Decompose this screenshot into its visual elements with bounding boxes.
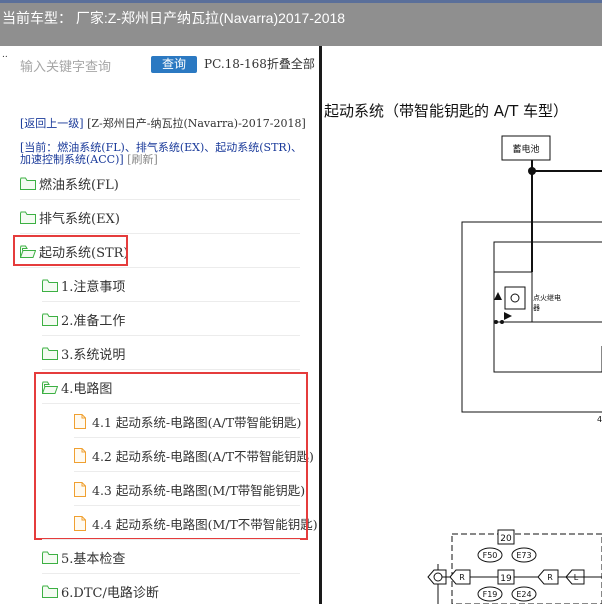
tree-item-basic-inspection[interactable]: 5.基本检查 — [42, 546, 125, 568]
tree-item-label: 6.DTC/电路诊断 — [61, 585, 159, 601]
tree-item-label: 2.准备工作 — [61, 313, 126, 329]
title-bar: 当前车型： 厂家:Z-郑州日产纳瓦拉(Navarra)2017-2018 — [0, 0, 602, 46]
tree-item-preparation[interactable]: 2.准备工作 — [42, 308, 125, 330]
folder-icon — [42, 551, 58, 564]
folder-icon — [42, 279, 58, 292]
tree-item-system-description[interactable]: 3.系统说明 — [42, 342, 125, 364]
wiring-diagram-lower — [322, 46, 602, 604]
tree-separator — [42, 335, 300, 336]
current-items[interactable]: 燃油系统(FL)、排气系统(EX)、起动系统(STR)、加速控制系统(ACC)] — [20, 141, 302, 166]
highlight-box-starting-system — [13, 235, 128, 266]
current-selection: [当前：燃油系统(FL)、排气系统(EX)、起动系统(STR)、加速控制系统(A… — [20, 142, 312, 166]
tree-separator — [42, 573, 300, 574]
tree-item-label: 5.基本检查 — [61, 551, 126, 567]
folder-icon — [20, 211, 36, 224]
tree-separator — [20, 199, 300, 200]
wire-node — [433, 572, 443, 582]
highlight-box-wiring-diagram — [34, 372, 308, 540]
connector-label: F19 — [483, 590, 498, 599]
title-bar-accent — [0, 0, 602, 3]
corner-marker: .. — [2, 50, 8, 60]
tree-separator — [42, 539, 300, 540]
folder-icon — [42, 313, 58, 326]
refresh-link[interactable]: [刷新] — [127, 153, 158, 166]
tree-item-label: 燃油系统(FL) — [39, 177, 119, 193]
tree-item-label: 1.注意事项 — [61, 279, 126, 295]
tree-separator — [42, 301, 300, 302]
folder-icon — [20, 177, 36, 190]
breadcrumb: [返回上一级] [Z-郑州日产-纳瓦拉(Navarra)-2017-2018] — [20, 118, 312, 129]
wire-tag-label: R — [459, 573, 465, 582]
search-button[interactable]: 查询 — [151, 56, 197, 73]
tree-separator — [20, 267, 300, 268]
back-link[interactable]: [返回上一级] — [20, 117, 84, 130]
wire-tag-label: R — [547, 573, 553, 582]
tree-item-fuel-system[interactable]: 燃油系统(FL) — [20, 172, 119, 194]
tree-item-exhaust-system[interactable]: 排气系统(EX) — [20, 206, 120, 228]
connector-label: E24 — [516, 590, 531, 599]
folder-icon — [42, 585, 58, 598]
collapse-all-link[interactable]: PC.18-168折叠全部 — [204, 55, 315, 72]
tree-separator — [42, 369, 300, 370]
tree-item-label: 3.系统说明 — [61, 347, 126, 363]
diagram-viewer[interactable]: 起动系统（带智能钥匙的 A/T 车型） 蓄电池 点火继电 器 4 20 F50 — [322, 46, 602, 604]
tree-item-dtc-diagnosis[interactable]: 6.DTC/电路诊断 — [42, 580, 159, 602]
connector-row-lower: R 19 R F19 E24 — [433, 569, 602, 602]
tree-separator — [20, 233, 300, 234]
vehicle-title: 当前车型： 厂家:Z-郑州日产纳瓦拉(Navarra)2017-2018 — [2, 10, 346, 26]
connector-label: 19 — [500, 574, 512, 584]
breadcrumb-path: [Z-郑州日产-纳瓦拉(Navarra)-2017-2018] — [87, 117, 306, 130]
tree-item-label: 排气系统(EX) — [39, 211, 120, 227]
search-input[interactable] — [20, 56, 144, 78]
tree-item-precautions[interactable]: 1.注意事项 — [42, 274, 125, 296]
folder-icon — [42, 347, 58, 360]
